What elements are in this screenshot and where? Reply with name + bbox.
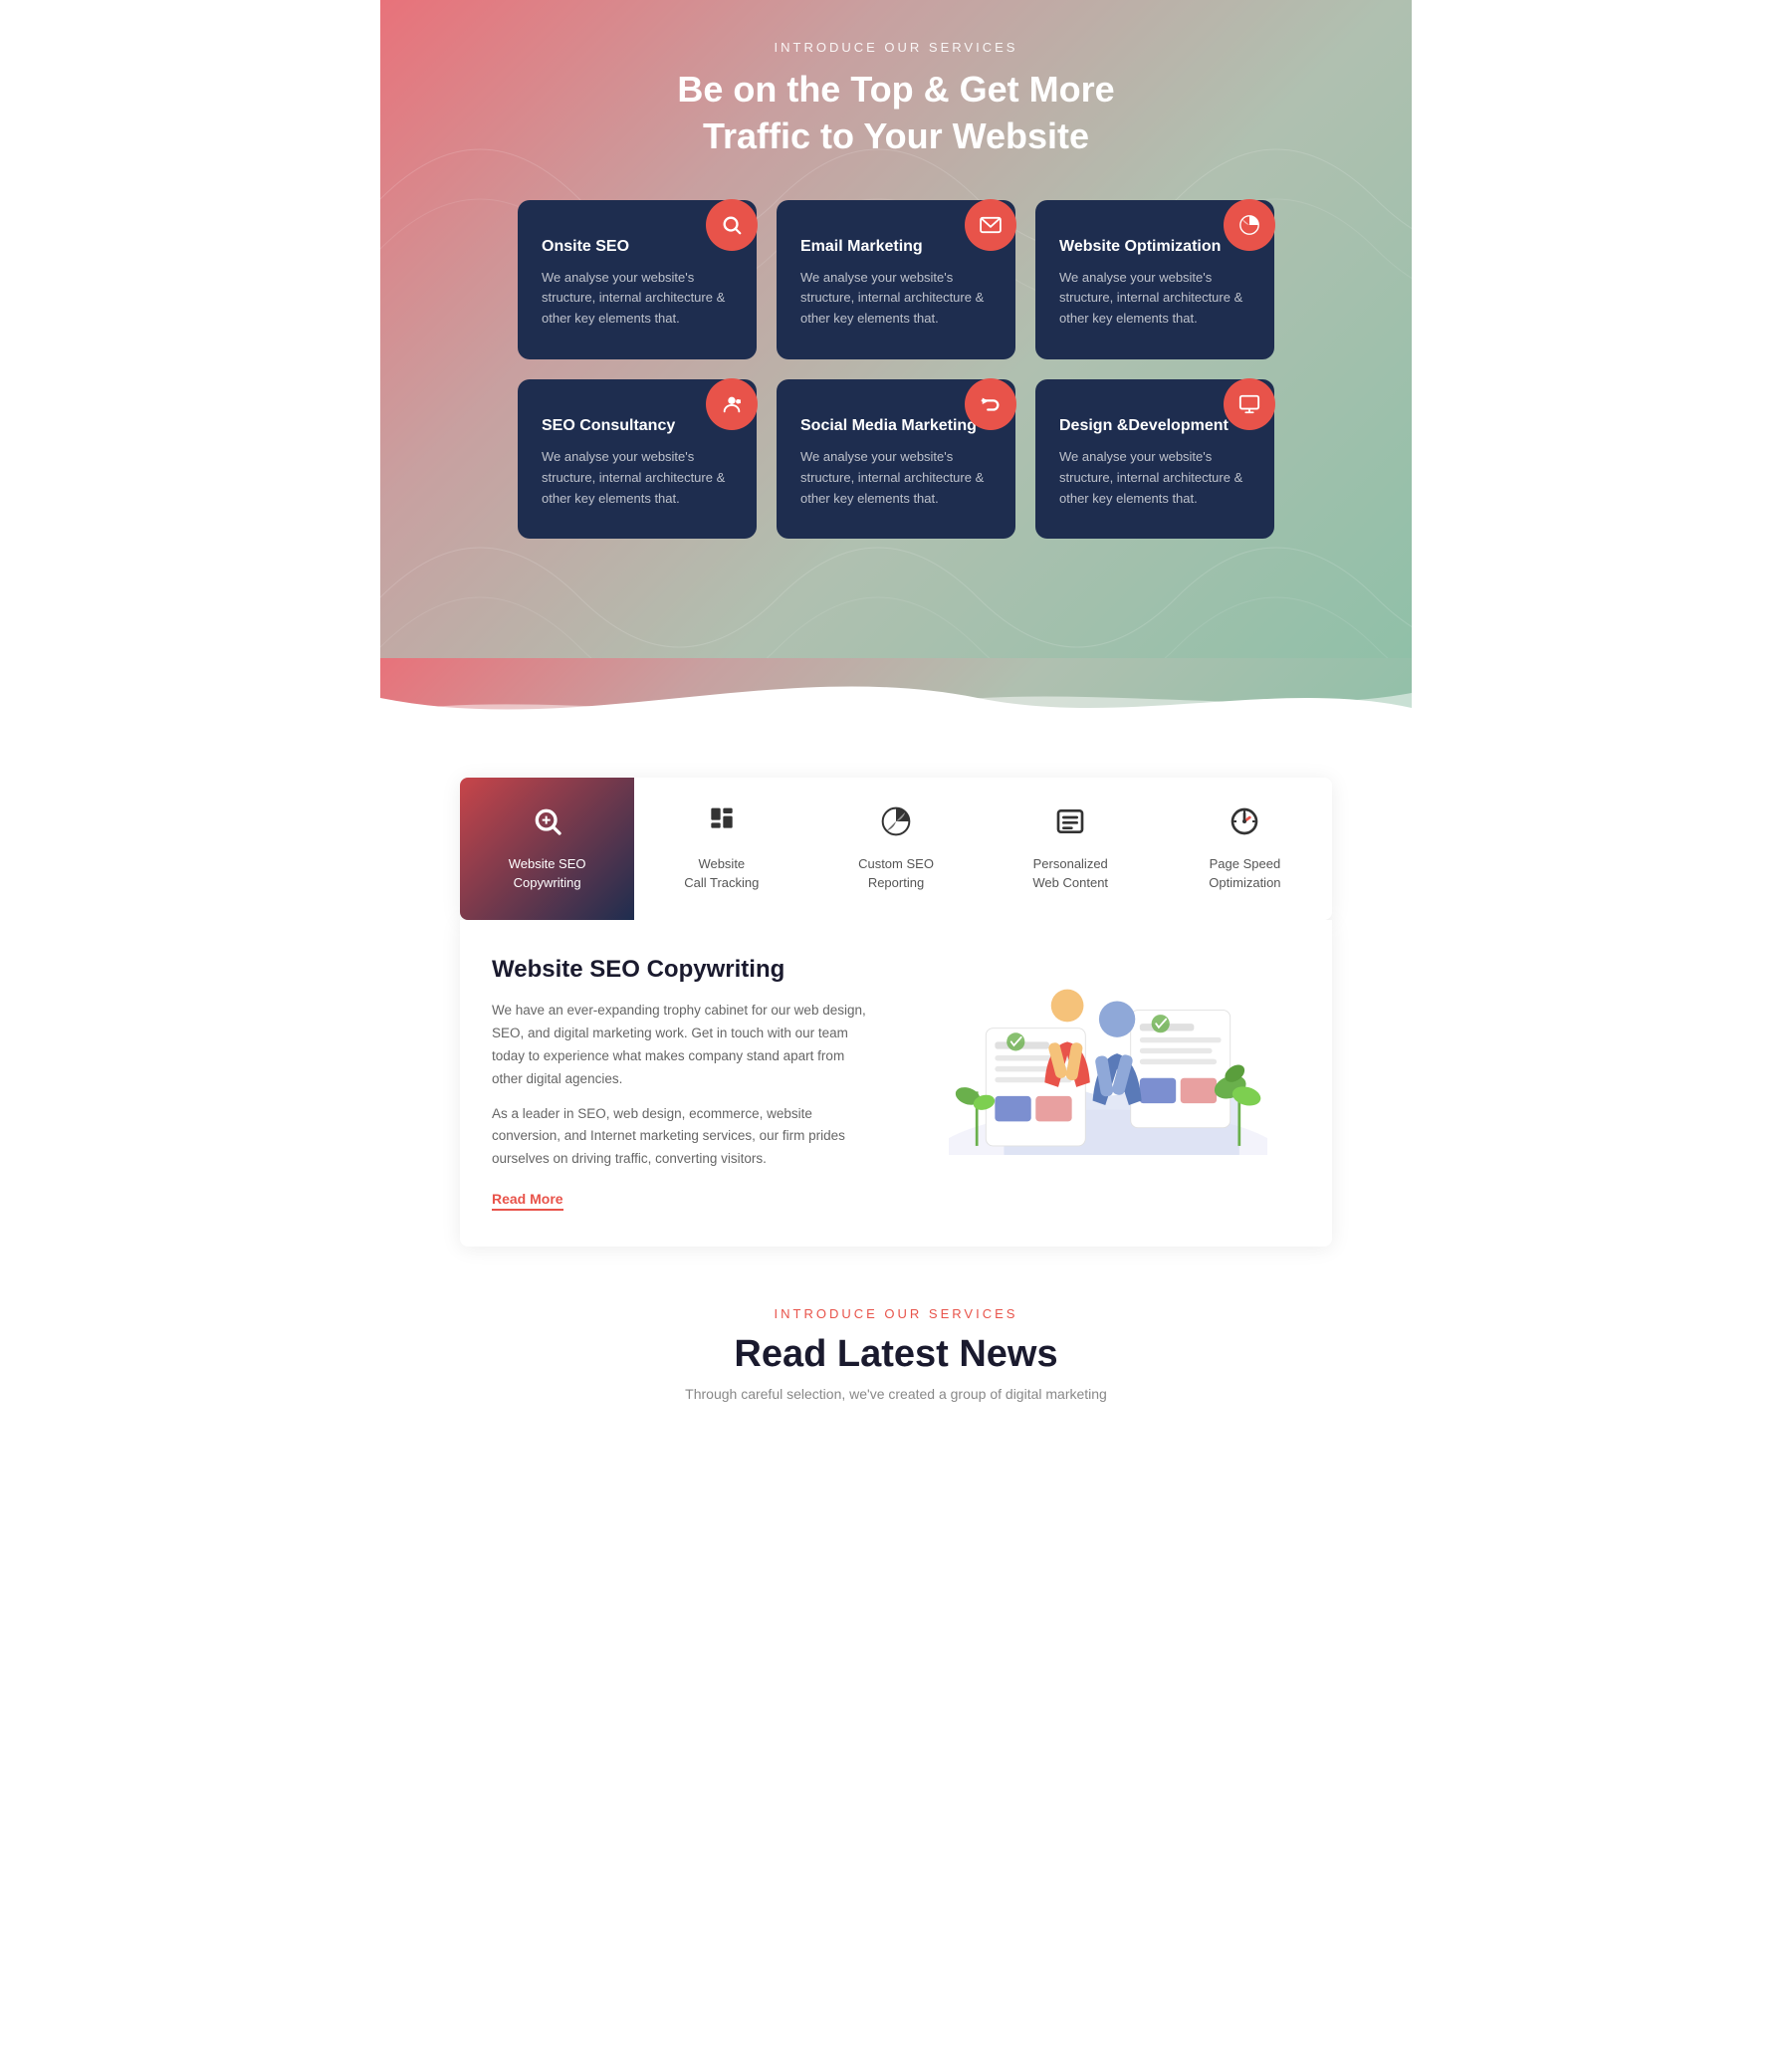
service-card-website-optimization[interactable]: Website Optimization We analyse your web…	[1035, 200, 1274, 359]
content-image	[916, 956, 1300, 1155]
service-desc: We analyse your website's structure, int…	[542, 447, 733, 509]
hero-section: INTRODUCE OUR SERVICES Be on the Top & G…	[380, 0, 1412, 658]
service-card-onsite-seo[interactable]: Onsite SEO We analyse your website's str…	[518, 200, 757, 359]
onsite-seo-icon	[706, 199, 758, 251]
custom-seo-icon	[880, 805, 912, 845]
service-card-email-marketing[interactable]: Email Marketing We analyse your website'…	[777, 200, 1015, 359]
wave-divider	[380, 658, 1412, 738]
service-desc: We analyse your website's structure, int…	[1059, 447, 1250, 509]
service-card-design-dev[interactable]: Design &Development We analyse your webs…	[1035, 379, 1274, 539]
content-panel: Website SEO Copywriting We have an ever-…	[460, 920, 1332, 1248]
services-grid: Onsite SEO We analyse your website's str…	[518, 200, 1274, 540]
service-card-social-media[interactable]: Social Media Marketing We analyse your w…	[777, 379, 1015, 539]
tab-label-call-tracking: Website Call Tracking	[684, 855, 759, 891]
social-media-icon	[965, 378, 1016, 430]
news-title: Read Latest News	[400, 1333, 1392, 1376]
service-title: Website Optimization	[1059, 238, 1250, 256]
content-text: Website SEO Copywriting We have an ever-…	[492, 956, 876, 1212]
design-dev-icon	[1224, 378, 1275, 430]
tab-label-page-speed: Page Speed Optimization	[1209, 855, 1280, 891]
call-tracking-icon	[706, 805, 738, 845]
service-title: Social Media Marketing	[800, 417, 992, 435]
tabs-section: Website SEO Copywriting Website Call Tra…	[380, 738, 1412, 919]
service-title: Onsite SEO	[542, 238, 733, 256]
service-card-seo-consultancy[interactable]: SEO Consultancy We analyse your website'…	[518, 379, 757, 539]
service-title: Design &Development	[1059, 417, 1250, 435]
content-paragraph-1: We have an ever-expanding trophy cabinet…	[492, 1000, 876, 1091]
website-optimization-icon	[1224, 199, 1275, 251]
content-title: Website SEO Copywriting	[492, 956, 876, 984]
news-section: INTRODUCE OUR SERVICES Read Latest News …	[380, 1247, 1412, 1422]
news-subtitle: Through careful selection, we've created…	[400, 1386, 1392, 1402]
tab-website-call-tracking[interactable]: Website Call Tracking	[634, 778, 808, 919]
tab-label-personalized: Personalized Web Content	[1032, 855, 1108, 891]
service-desc: We analyse your website's structure, int…	[800, 447, 992, 509]
service-title: Email Marketing	[800, 238, 992, 256]
tab-label-website-seo: Website SEO Copywriting	[509, 855, 586, 891]
hero-title: Be on the Top & Get More Traffic to Your…	[400, 67, 1392, 160]
seo-consultancy-icon	[706, 378, 758, 430]
service-desc: We analyse your website's structure, int…	[542, 268, 733, 330]
tab-website-seo-copywriting[interactable]: Website SEO Copywriting	[460, 778, 634, 919]
hero-label: INTRODUCE OUR SERVICES	[400, 40, 1392, 55]
read-more-link[interactable]: Read More	[492, 1191, 563, 1211]
tab-label-custom-seo: Custom SEO Reporting	[858, 855, 934, 891]
tab-page-speed-optimization[interactable]: Page Speed Optimization	[1158, 778, 1332, 919]
service-title: SEO Consultancy	[542, 417, 733, 435]
news-label: INTRODUCE OUR SERVICES	[400, 1306, 1392, 1321]
service-desc: We analyse your website's structure, int…	[800, 268, 992, 330]
email-marketing-icon	[965, 199, 1016, 251]
tabs-row: Website SEO Copywriting Website Call Tra…	[460, 778, 1332, 919]
tab-personalized-web-content[interactable]: Personalized Web Content	[984, 778, 1158, 919]
content-paragraph-2: As a leader in SEO, web design, ecommerc…	[492, 1103, 876, 1172]
service-desc: We analyse your website's structure, int…	[1059, 268, 1250, 330]
personalized-web-icon	[1054, 805, 1086, 845]
tab-custom-seo-reporting[interactable]: Custom SEO Reporting	[808, 778, 983, 919]
page-speed-icon	[1229, 805, 1260, 845]
website-seo-copywriting-icon	[532, 805, 563, 845]
